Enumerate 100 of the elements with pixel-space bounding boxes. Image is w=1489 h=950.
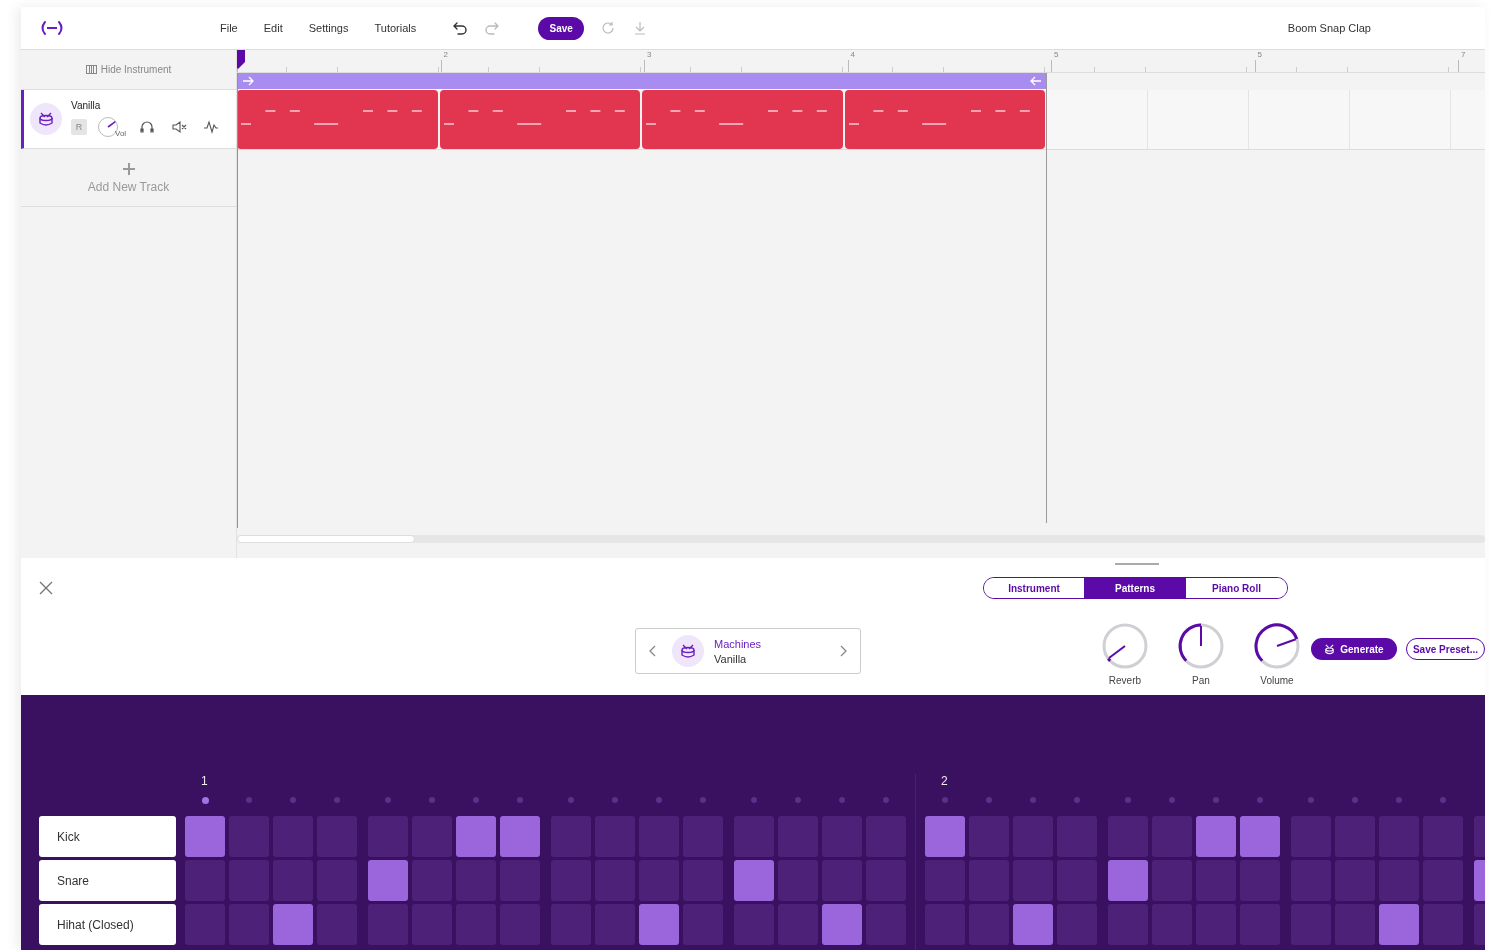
- step-pad[interactable]: [1152, 860, 1192, 901]
- menu-item[interactable]: File: [220, 22, 238, 34]
- pattern-clip[interactable]: [439, 90, 640, 149]
- step-pad[interactable]: [1196, 860, 1236, 901]
- step-pad[interactable]: [1423, 816, 1463, 857]
- step-pad[interactable]: [866, 816, 906, 857]
- instrument-selector[interactable]: Machines Vanilla: [635, 628, 861, 674]
- step-pad[interactable]: [1291, 816, 1331, 857]
- save-button[interactable]: Save: [538, 16, 585, 40]
- step-pad[interactable]: [734, 904, 774, 945]
- generate-button[interactable]: Generate: [1310, 638, 1397, 660]
- step-pad[interactable]: [551, 904, 591, 945]
- step-pad[interactable]: [1335, 904, 1375, 945]
- scrollbar-track[interactable]: [237, 535, 1485, 543]
- step-pad[interactable]: [185, 860, 225, 901]
- step-pad[interactable]: [1379, 860, 1419, 901]
- step-pad[interactable]: [1013, 816, 1053, 857]
- step-pad[interactable]: [734, 816, 774, 857]
- step-pad[interactable]: [925, 816, 965, 857]
- step-pad[interactable]: [1379, 816, 1419, 857]
- step-pad[interactable]: [1108, 816, 1148, 857]
- step-pad[interactable]: [778, 904, 818, 945]
- step-pad[interactable]: [273, 816, 313, 857]
- menu-item[interactable]: Tutorials: [374, 22, 417, 34]
- menu-item[interactable]: Settings: [308, 22, 349, 34]
- step-pad[interactable]: [683, 816, 723, 857]
- step-pad[interactable]: [1057, 860, 1097, 901]
- step-pad[interactable]: [1108, 860, 1148, 901]
- chevron-left-icon[interactable]: [648, 645, 656, 657]
- step-pad[interactable]: [551, 860, 591, 901]
- step-pad[interactable]: [1152, 904, 1192, 945]
- step-pad[interactable]: [185, 904, 225, 945]
- step-pad[interactable]: [822, 904, 862, 945]
- step-pad[interactable]: [412, 860, 452, 901]
- knob[interactable]: [1251, 621, 1302, 671]
- step-pad[interactable]: [683, 860, 723, 901]
- step-pad[interactable]: [368, 904, 408, 945]
- scrollbar-thumb[interactable]: [237, 535, 415, 543]
- close-icon[interactable]: [39, 581, 53, 595]
- step-pad[interactable]: [229, 904, 269, 945]
- step-pad[interactable]: [925, 860, 965, 901]
- step-pad[interactable]: [1379, 904, 1419, 945]
- step-pad[interactable]: [368, 816, 408, 857]
- step-pad[interactable]: [1291, 904, 1331, 945]
- step-pad[interactable]: [639, 816, 679, 857]
- step-pad[interactable]: [1057, 904, 1097, 945]
- menu-item[interactable]: Edit: [263, 22, 283, 34]
- chevron-right-icon[interactable]: [839, 645, 848, 657]
- track-header[interactable]: Vanilla R Vol: [21, 90, 236, 149]
- step-pad[interactable]: [273, 860, 313, 901]
- step-pad[interactable]: [866, 904, 906, 945]
- step-pad[interactable]: [500, 860, 540, 901]
- step-pad[interactable]: [822, 860, 862, 901]
- step-pad[interactable]: [551, 816, 591, 857]
- step-pad[interactable]: [1335, 816, 1375, 857]
- step-pad[interactable]: [778, 860, 818, 901]
- step-pad[interactable]: [229, 816, 269, 857]
- step-pad[interactable]: [639, 904, 679, 945]
- step-pad[interactable]: [412, 904, 452, 945]
- save-preset-button[interactable]: Save Preset...: [1405, 638, 1485, 660]
- step-pad[interactable]: [683, 904, 723, 945]
- drag-handle[interactable]: [1115, 563, 1159, 565]
- step-pad[interactable]: [822, 816, 862, 857]
- step-pad[interactable]: [1013, 904, 1053, 945]
- step-pad[interactable]: [969, 816, 1009, 857]
- tab[interactable]: Instrument: [984, 578, 1085, 598]
- step-pad[interactable]: [317, 904, 357, 945]
- step-pad[interactable]: [1057, 816, 1097, 857]
- step-pad[interactable]: [185, 816, 225, 857]
- step-pad[interactable]: [1291, 860, 1331, 901]
- pattern-clip[interactable]: [642, 90, 843, 149]
- step-pad[interactable]: [500, 816, 540, 857]
- step-pad[interactable]: [1152, 816, 1192, 857]
- undo-button[interactable]: [452, 20, 469, 36]
- step-pad[interactable]: [1240, 816, 1280, 857]
- step-pad[interactable]: [456, 860, 496, 901]
- step-pad[interactable]: [1240, 860, 1280, 901]
- step-pad[interactable]: [595, 816, 635, 857]
- step-pad[interactable]: [412, 816, 452, 857]
- step-pad[interactable]: [1240, 904, 1280, 945]
- step-pad[interactable]: [317, 816, 357, 857]
- step-pad[interactable]: [969, 904, 1009, 945]
- pattern-clip[interactable]: [844, 90, 1045, 149]
- step-pad[interactable]: [1013, 860, 1053, 901]
- step-pad[interactable]: [595, 860, 635, 901]
- step-pad[interactable]: [969, 860, 1009, 901]
- step-pad[interactable]: [1423, 860, 1463, 901]
- step-pad[interactable]: [456, 816, 496, 857]
- step-pad[interactable]: [778, 816, 818, 857]
- step-pad[interactable]: [925, 904, 965, 945]
- step-pad[interactable]: [734, 860, 774, 901]
- step-pad[interactable]: [1196, 904, 1236, 945]
- pattern-clip[interactable]: [237, 90, 438, 149]
- step-pad[interactable]: [273, 904, 313, 945]
- step-pad[interactable]: [456, 904, 496, 945]
- step-pad[interactable]: [229, 860, 269, 901]
- tab[interactable]: Patterns: [1085, 578, 1186, 598]
- step-pad[interactable]: [368, 860, 408, 901]
- step-pad[interactable]: [1335, 860, 1375, 901]
- step-pad[interactable]: [1108, 904, 1148, 945]
